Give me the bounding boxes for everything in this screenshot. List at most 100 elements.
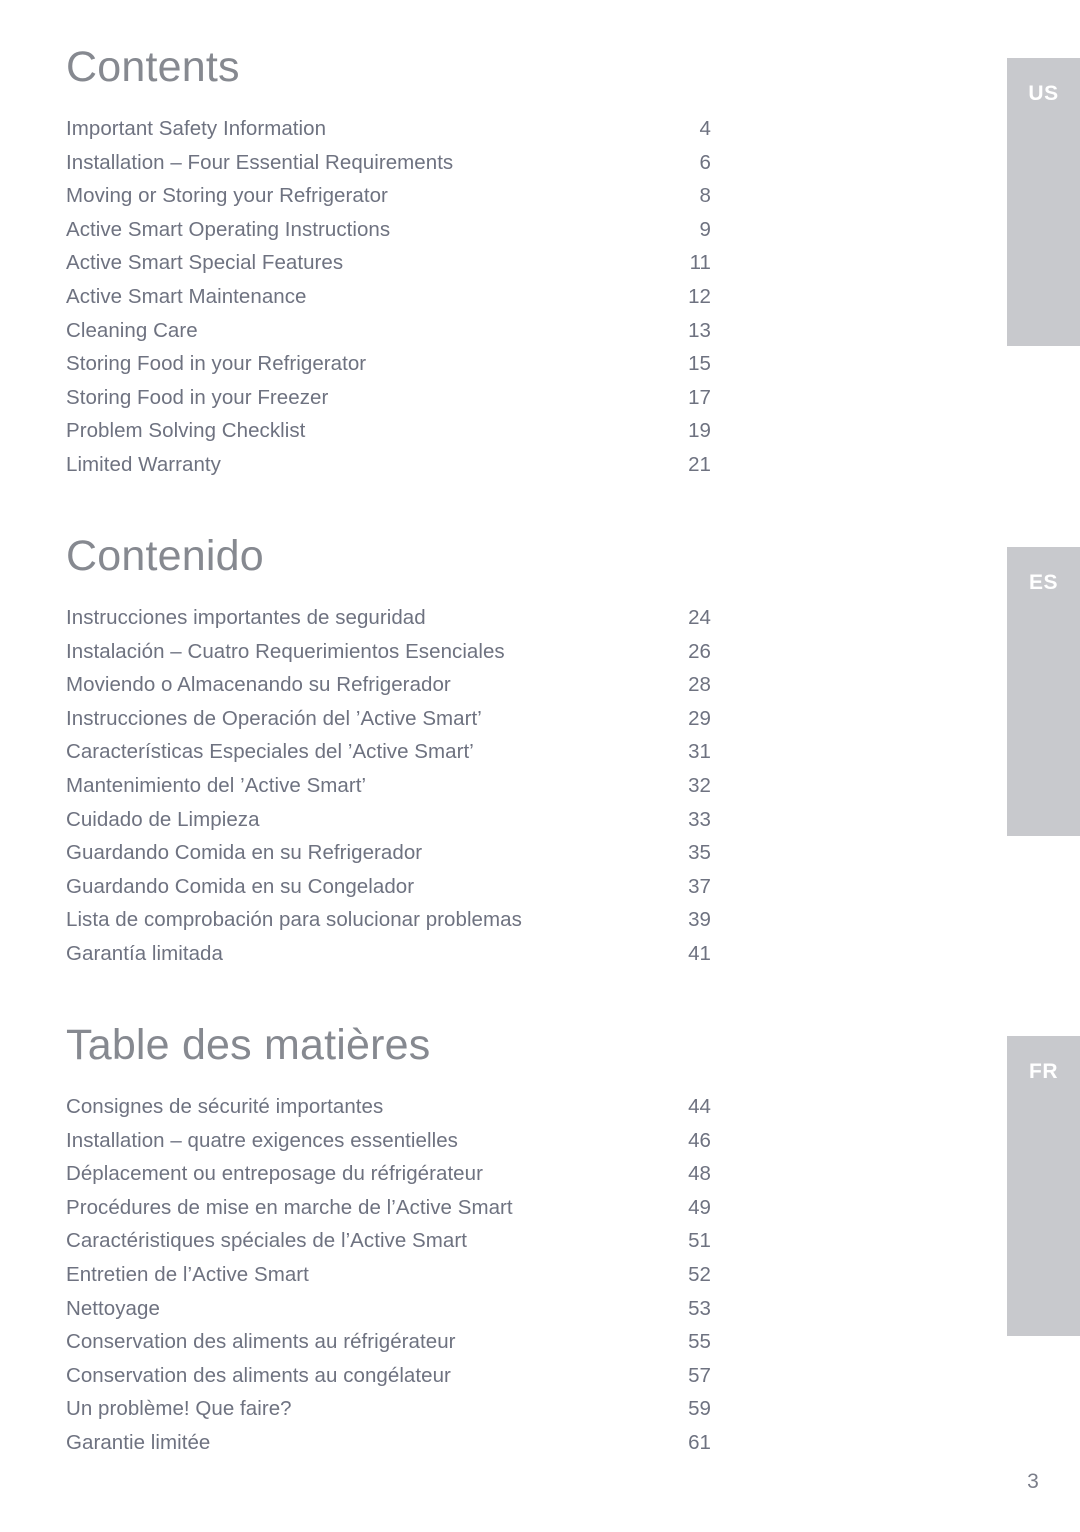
toc-list-spanish: Instrucciones importantes de seguridad 2… (66, 606, 714, 976)
toc-entry-page: 48 (688, 1162, 711, 1186)
toc-entry-label: Moviendo o Almacenando su Refrigerador (66, 673, 451, 697)
toc-entry-label: Limited Warranty (66, 452, 221, 476)
toc-entry-label: Important Safety Information (66, 117, 327, 140)
toc-entry-label: Cleaning Care (66, 318, 198, 342)
toc-entry-label: Instrucciones importantes de seguridad (66, 606, 426, 629)
toc-entry[interactable]: Déplacement ou entreposage du réfrigérat… (66, 1162, 714, 1196)
toc-entry-label: Conservation des aliments au congélateur (66, 1363, 451, 1387)
toc-entry[interactable]: Nettoyage 53 (66, 1297, 714, 1331)
language-tab-us[interactable]: US (1007, 58, 1080, 346)
toc-entry[interactable]: Moviendo o Almacenando su Refrigerador 2… (66, 673, 714, 707)
toc-entry-page: 28 (688, 673, 711, 697)
toc-entry-page: 33 (688, 807, 711, 831)
toc-entry[interactable]: Moving or Storing your Refrigerator 8 (66, 184, 714, 218)
toc-entry-page: 55 (688, 1330, 711, 1354)
toc-entry[interactable]: Guardando Comida en su Congelador 37 (66, 875, 714, 909)
toc-entry-page: 32 (688, 773, 711, 797)
toc-entry[interactable]: Instalación – Cuatro Requerimientos Esen… (66, 640, 714, 674)
toc-entry-label: Moving or Storing your Refrigerator (66, 184, 388, 208)
toc-entry[interactable]: Conservation des aliments au congélateur… (66, 1364, 714, 1398)
toc-entry-page: 15 (688, 352, 711, 376)
toc-list-french: Consignes de sécurité importantes 44 Ins… (66, 1095, 714, 1465)
toc-entry-page: 17 (688, 385, 711, 409)
toc-entry[interactable]: Important Safety Information 4 (66, 117, 714, 151)
toc-entry[interactable]: Installation – Four Essential Requiremen… (66, 151, 714, 185)
page-title-english: Contents (66, 43, 240, 91)
toc-entry-page: 8 (699, 184, 711, 208)
toc-entry-label: Lista de comprobación para solucionar pr… (66, 908, 522, 932)
toc-entry-label: Déplacement ou entreposage du réfrigérat… (66, 1162, 483, 1186)
toc-entry-page: 21 (688, 452, 711, 476)
toc-list-english: Important Safety Information 4 Installat… (66, 117, 714, 487)
toc-entry[interactable]: Mantenimiento del ’Active Smart’ 32 (66, 774, 714, 808)
toc-entry-page: 52 (688, 1262, 711, 1286)
toc-entry[interactable]: Procédures de mise en marche de l’Active… (66, 1196, 714, 1230)
toc-entry-label: Mantenimiento del ’Active Smart’ (66, 773, 367, 797)
toc-entry[interactable]: Instrucciones importantes de seguridad 2… (66, 606, 714, 640)
toc-entry[interactable]: Guardando Comida en su Refrigerador 35 (66, 841, 714, 875)
toc-entry-label: Installation – Four Essential Requiremen… (66, 150, 454, 174)
toc-entry-page: 61 (688, 1430, 711, 1454)
toc-entry[interactable]: Installation – quatre exigences essentie… (66, 1129, 714, 1163)
language-tab-fr-label: FR (1029, 1060, 1058, 1083)
toc-entry-label: Garantie limitée (66, 1430, 211, 1454)
page-title-spanish: Contenido (66, 532, 264, 580)
toc-entry[interactable]: Consignes de sécurité importantes 44 (66, 1095, 714, 1129)
language-tab-es[interactable]: ES (1007, 547, 1080, 836)
toc-entry-label: Consignes de sécurité importantes (66, 1095, 384, 1118)
toc-entry-page: 53 (688, 1296, 711, 1320)
toc-entry-label: Active Smart Maintenance (66, 284, 307, 308)
toc-entry[interactable]: Problem Solving Checklist 19 (66, 419, 714, 453)
toc-entry-label: Instrucciones de Operación del ’Active S… (66, 706, 482, 730)
toc-entry-page: 12 (688, 284, 711, 308)
toc-entry[interactable]: Limited Warranty 21 (66, 453, 714, 487)
toc-entry[interactable]: Active Smart Operating Instructions 9 (66, 218, 714, 252)
toc-entry-page: 26 (688, 639, 711, 663)
toc-entry-page: 59 (688, 1397, 711, 1421)
toc-entry-page: 57 (688, 1363, 711, 1387)
toc-entry-page: 19 (688, 419, 711, 443)
toc-entry-page: 4 (699, 117, 711, 140)
language-tab-fr[interactable]: FR (1007, 1036, 1080, 1336)
toc-entry-page: 49 (688, 1195, 711, 1219)
toc-entry[interactable]: Storing Food in your Refrigerator 15 (66, 352, 714, 386)
toc-entry[interactable]: Active Smart Maintenance 12 (66, 285, 714, 319)
toc-entry-label: Problem Solving Checklist (66, 419, 306, 443)
toc-entry-page: 31 (688, 740, 711, 764)
toc-entry-label: Conservation des aliments au réfrigérate… (66, 1330, 456, 1354)
toc-entry-page: 44 (688, 1095, 711, 1118)
language-tab-es-label: ES (1028, 571, 1058, 594)
toc-entry-label: Active Smart Special Features (66, 251, 344, 275)
toc-section-spanish: Contenido Instrucciones importantes de s… (66, 535, 714, 976)
toc-entry-label: Storing Food in your Refrigerator (66, 352, 367, 376)
toc-entry-label: Installation – quatre exigences essentie… (66, 1128, 458, 1152)
toc-entry-page: 41 (688, 941, 711, 965)
toc-entry[interactable]: Entretien de l’Active Smart 52 (66, 1263, 714, 1297)
toc-entry-label: Un problème! Que faire? (66, 1397, 292, 1421)
toc-entry[interactable]: Características Especiales del ’Active S… (66, 740, 714, 774)
toc-entry-page: 46 (688, 1128, 711, 1152)
toc-entry[interactable]: Un problème! Que faire? 59 (66, 1397, 714, 1431)
toc-entry[interactable]: Cuidado de Limpieza 33 (66, 808, 714, 842)
toc-section-english: Contents Important Safety Information 4 … (66, 46, 714, 487)
toc-entry[interactable]: Conservation des aliments au réfrigérate… (66, 1330, 714, 1364)
toc-entry-label: Procédures de mise en marche de l’Active… (66, 1195, 513, 1219)
toc-entry-label: Cuidado de Limpieza (66, 807, 260, 831)
toc-entry[interactable]: Instrucciones de Operación del ’Active S… (66, 707, 714, 741)
toc-entry[interactable]: Cleaning Care 13 (66, 319, 714, 353)
toc-entry-page: 29 (688, 706, 711, 730)
toc-entry-page: 9 (699, 217, 711, 241)
toc-entry-page: 11 (689, 251, 711, 275)
contents-page: US ES FR Contents Important Safety Infor… (0, 0, 1080, 1532)
toc-entry-label: Caractéristiques spéciales de l’Active S… (66, 1229, 467, 1253)
toc-entry-page: 39 (688, 908, 711, 932)
toc-entry[interactable]: Active Smart Special Features 11 (66, 251, 714, 285)
toc-entry-page: 13 (688, 318, 711, 342)
toc-entry-label: Guardando Comida en su Congelador (66, 874, 415, 898)
toc-entry-page: 24 (688, 606, 711, 629)
toc-entry[interactable]: Caractéristiques spéciales de l’Active S… (66, 1229, 714, 1263)
toc-entry[interactable]: Garantía limitada 41 (66, 942, 714, 976)
toc-entry[interactable]: Garantie limitée 61 (66, 1431, 714, 1465)
toc-entry[interactable]: Storing Food in your Freezer 17 (66, 386, 714, 420)
toc-entry[interactable]: Lista de comprobación para solucionar pr… (66, 908, 714, 942)
